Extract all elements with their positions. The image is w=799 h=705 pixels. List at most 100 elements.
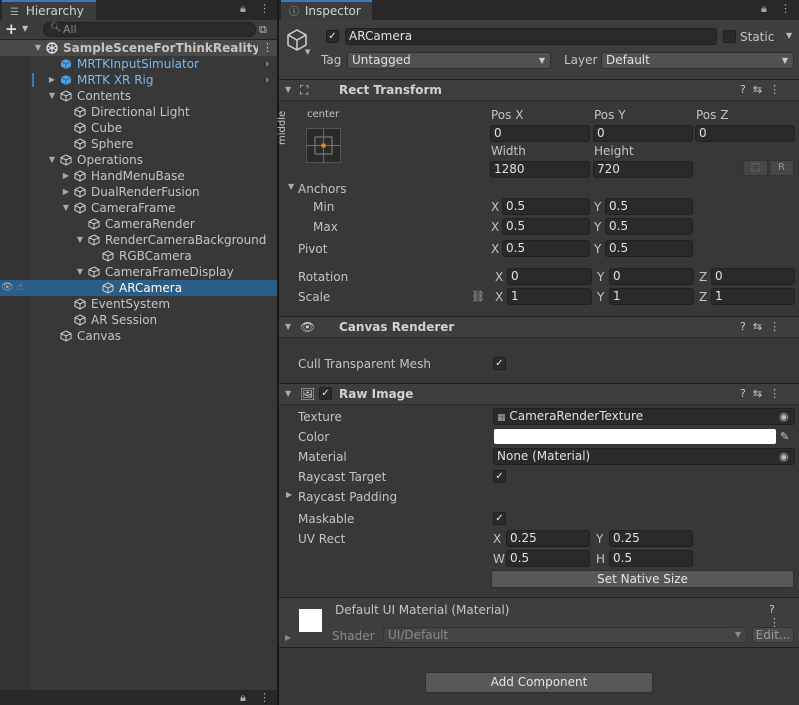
fold-open-icon[interactable]: ▼ [285, 322, 291, 331]
hierarchy-scene-row[interactable]: ▼ SampleSceneForThinkRealityA3 ⋮ [0, 40, 277, 56]
static-checkbox[interactable] [723, 30, 736, 43]
pivot-y-field[interactable]: 0.5 [605, 240, 693, 257]
material-header-icons[interactable]: ?⋮ [769, 603, 799, 629]
hierarchy-row[interactable]: ▶ HandMenuBase [0, 168, 277, 184]
scale-x-field[interactable]: 1 [507, 288, 592, 305]
hierarchy-row[interactable]: EventSystem [0, 296, 277, 312]
anchor-preset-button[interactable] [306, 128, 341, 163]
anchor-max-y-field[interactable]: 0.5 [605, 218, 693, 235]
fold-open-icon[interactable]: ▼ [33, 40, 43, 56]
add-object-button[interactable]: + [5, 21, 18, 37]
fold-open-icon[interactable]: ▼ [47, 88, 57, 104]
search-input[interactable]: 🔍︎ All [43, 22, 256, 37]
hierarchy-row[interactable]: Sphere [0, 136, 277, 152]
width-field[interactable]: 1280 [490, 161, 590, 178]
material-fold-icon[interactable]: ▶ [285, 633, 291, 642]
rotation-y-field[interactable]: 0 [609, 268, 694, 285]
active-checkbox[interactable]: ✓ [326, 30, 339, 43]
cull-transparent-mesh-checkbox[interactable]: ✓ [493, 357, 506, 370]
visibility-pick-icon[interactable]: 👁︎ ☝︎ [1, 280, 23, 296]
material-field[interactable]: None (Material) [493, 448, 795, 465]
fold-closed-icon[interactable]: ▶ [61, 168, 71, 184]
shader-dropdown[interactable]: UI/Default ▼ [383, 627, 747, 643]
fold-closed-icon[interactable]: ▶ [47, 72, 57, 88]
object-picker-icon[interactable]: ◉ [779, 410, 789, 423]
static-dropdown-icon[interactable]: ▼ [786, 31, 792, 40]
raw-image-enabled-checkbox[interactable]: ✓ [319, 387, 332, 400]
fold-closed-icon[interactable]: ▶ [61, 184, 71, 200]
constrain-proportions-icon[interactable]: ⛓︎ [471, 290, 485, 303]
pos-z-field[interactable]: 0 [695, 125, 795, 142]
kebab-menu-icon[interactable]: ⋮ [262, 40, 273, 56]
hierarchy-row[interactable]: ▶ MRTK XR Rig › [0, 72, 277, 88]
anchor-min-y-field[interactable]: 0.5 [605, 198, 693, 215]
fold-open-icon[interactable]: ▼ [285, 85, 291, 94]
raw-edit-button[interactable]: R [769, 160, 794, 176]
object-name-field[interactable]: ARCamera [345, 28, 717, 45]
chevron-down-icon[interactable]: ▼ [305, 48, 310, 56]
uv-h-field[interactable]: 0.5 [609, 550, 693, 567]
scale-z-field[interactable]: 1 [711, 288, 795, 305]
rotation-z-field[interactable]: 0 [711, 268, 795, 285]
hierarchy-row[interactable]: MRTKInputSimulator › [0, 56, 277, 72]
kebab-menu-icon[interactable]: ⋮ [259, 691, 270, 704]
chevron-right-icon[interactable]: › [265, 72, 269, 88]
eyedropper-icon[interactable]: ✎ [780, 430, 789, 443]
hierarchy-row[interactable]: Canvas [0, 328, 277, 344]
object-picker-icon[interactable]: ◉ [779, 450, 789, 463]
lock-icon[interactable]: 🔒︎ [240, 2, 246, 16]
texture-field[interactable]: ▦ CameraRenderTexture [493, 408, 795, 425]
fold-open-icon[interactable]: ▼ [47, 152, 57, 168]
uv-y-field[interactable]: 0.25 [609, 530, 693, 547]
kebab-menu-icon[interactable]: ⋮ [259, 2, 270, 15]
uv-w-field[interactable]: 0.5 [506, 550, 590, 567]
hierarchy-row[interactable]: RGBCamera [0, 248, 277, 264]
edit-shader-button[interactable]: Edit... [752, 627, 794, 643]
tab-inspector[interactable]: ⓘ Inspector [281, 0, 372, 20]
hierarchy-row[interactable]: ARCamera 👁︎ ☝︎ [0, 280, 277, 296]
hierarchy-row[interactable]: AR Session [0, 312, 277, 328]
hierarchy-row[interactable]: Directional Light [0, 104, 277, 120]
pivot-x-field[interactable]: 0.5 [502, 240, 590, 257]
anchor-min-x-field[interactable]: 0.5 [502, 198, 590, 215]
fold-open-icon[interactable]: ▼ [75, 232, 85, 248]
tag-dropdown[interactable]: Untagged ▼ [347, 52, 551, 69]
rect-transform-header[interactable]: ▼ ⛶ Rect Transform ?⇆⋮ [279, 79, 799, 101]
anchor-max-x-field[interactable]: 0.5 [502, 218, 590, 235]
canvas-renderer-header[interactable]: ▼ 👁︎ Canvas Renderer ?⇆⋮ [279, 316, 799, 338]
component-header-icons[interactable]: ?⇆⋮ [740, 320, 787, 333]
pos-x-field[interactable]: 0 [490, 125, 590, 142]
hierarchy-row[interactable]: Cube [0, 120, 277, 136]
filter-icon[interactable]: ⧉ [259, 23, 267, 37]
hierarchy-row[interactable]: ▼ Operations [0, 152, 277, 168]
fold-open-icon[interactable]: ▼ [61, 200, 71, 216]
uv-x-field[interactable]: 0.25 [506, 530, 590, 547]
chevron-down-icon[interactable]: ▼ [22, 24, 28, 33]
chevron-right-icon[interactable]: › [265, 56, 269, 72]
add-component-button[interactable]: Add Component [425, 672, 653, 693]
set-native-size-button[interactable]: Set Native Size [491, 570, 794, 588]
rotation-x-field[interactable]: 0 [507, 268, 592, 285]
hierarchy-row[interactable]: ▼ Contents [0, 88, 277, 104]
component-header-icons[interactable]: ?⇆⋮ [740, 83, 787, 96]
pos-y-field[interactable]: 0 [593, 125, 693, 142]
hierarchy-row[interactable]: CameraRender [0, 216, 277, 232]
scale-y-field[interactable]: 1 [609, 288, 694, 305]
lock-icon[interactable]: 🔒︎ [761, 2, 767, 16]
raycast-padding-fold-icon[interactable]: ▶ [286, 490, 292, 499]
anchors-fold-icon[interactable]: ▼ [288, 182, 294, 191]
layer-dropdown[interactable]: Default ▼ [601, 52, 794, 69]
kebab-menu-icon[interactable]: ⋮ [780, 2, 791, 15]
tab-hierarchy[interactable]: ☰ Hierarchy [2, 0, 96, 20]
hierarchy-row[interactable]: ▼ CameraFrameDisplay [0, 264, 277, 280]
hierarchy-row[interactable]: ▶ DualRenderFusion [0, 184, 277, 200]
fold-open-icon[interactable]: ▼ [285, 389, 291, 398]
fold-open-icon[interactable]: ▼ [75, 264, 85, 280]
height-field[interactable]: 720 [593, 161, 693, 178]
hierarchy-row[interactable]: ▼ RenderCameraBackground [0, 232, 277, 248]
maskable-checkbox[interactable]: ✓ [493, 512, 506, 525]
hierarchy-row[interactable]: ▼ CameraFrame [0, 200, 277, 216]
raw-image-header[interactable]: ▼ 🖼︎ ✓ Raw Image ?⇆⋮ [279, 383, 799, 405]
component-header-icons[interactable]: ?⇆⋮ [740, 387, 787, 400]
raycast-target-checkbox[interactable]: ✓ [493, 470, 506, 483]
